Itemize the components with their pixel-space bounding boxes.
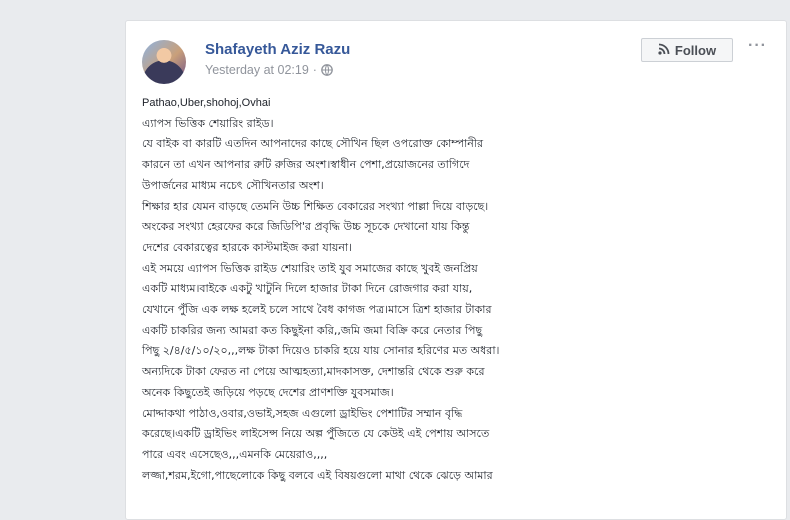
post-line: শিক্ষার হার যেমন বাড়ছে তেমনি উচ্চ শিক্ষ… [142,199,489,213]
follow-button[interactable]: Follow [641,38,733,62]
post-line: একটি চাকরির জন্য আমরা কত কিছুইনা করি,,জম… [142,323,483,337]
post-line: যে বাইক বা কারটি এতদিন আপনাদের কাছে সৌখি… [142,137,484,151]
post-line: পারে এবং এসেছেও,,,এমনকি মেয়েরাও,,,, [142,447,328,461]
meta-separator: · [312,63,317,77]
rss-icon [658,43,670,58]
post-text: Pathao,Uber,shohoj,Ovhai এ্যাপস ভিত্তিক … [142,93,782,486]
author-name[interactable]: Shafayeth Aziz Razu [205,41,350,58]
post-line: পিছু ২/৪/৫/১০/২০,,,লক্ষ টাকা দিয়েও চাকর… [142,344,500,358]
post-line: করেছে।একটি ড্রাইভিং লাইসেন্স নিয়ে অল্প … [142,427,490,441]
follow-label: Follow [674,42,717,58]
post-line: লজ্জা,শরম,ইগো,পাছেলোকে কিছু বলবে এই বিষয… [142,468,493,482]
avatar[interactable] [142,40,186,84]
post-line: উপার্জনের মাধ্যম নচেৎ সৌখিনতার অংশ। [142,178,324,192]
post-meta: Yesterday at 02:19 · [205,63,333,79]
post-line: Pathao,Uber,shohoj,Ovhai [142,97,271,109]
more-options-icon[interactable]: ··· [748,37,767,55]
post-line: যেখানে পুঁজি এক লক্ষ হলেই চলে সাথে বৈধ ক… [142,303,492,317]
post-card: Shafayeth Aziz Razu Yesterday at 02:19 · … [125,20,787,520]
post-line: এ্যাপস ভিত্তিক শেয়ারিং রাইড। [142,116,274,130]
post-line: কারনে তা এখন আপনার রুটি রুজির অংশ।স্বাধী… [142,158,470,172]
timestamp[interactable]: Yesterday at 02:19 [205,63,309,77]
post-line: দেশের বেকারত্বের হারকে কাস্টমাইজ করা যায… [142,240,353,254]
post-line: একটি মাধ্যম।বাইকে একটু খাটুনি দিলে হাজার… [142,282,473,296]
post-line: মোদ্দাকথা পাঠাও,ওবার,ওভাই,সহজ এগুলো ড্রা… [142,406,463,420]
post-line: অংকের সংখ্যা হেরফের করে জিডিপি'র প্রবৃদ্… [142,220,470,234]
post-line: এই সময়ে এ্যাপস ভিত্তিক রাইড শেয়ারিং তা… [142,261,478,275]
globe-icon[interactable] [321,64,333,79]
post-line: অন্যদিকে টাকা ফেরত না পেয়ে আত্মহত্যা,মা… [142,365,485,379]
post-line: অনেক কিছুতেই জড়িয়ে পড়ছে দেশের প্রাণশক… [142,385,394,399]
